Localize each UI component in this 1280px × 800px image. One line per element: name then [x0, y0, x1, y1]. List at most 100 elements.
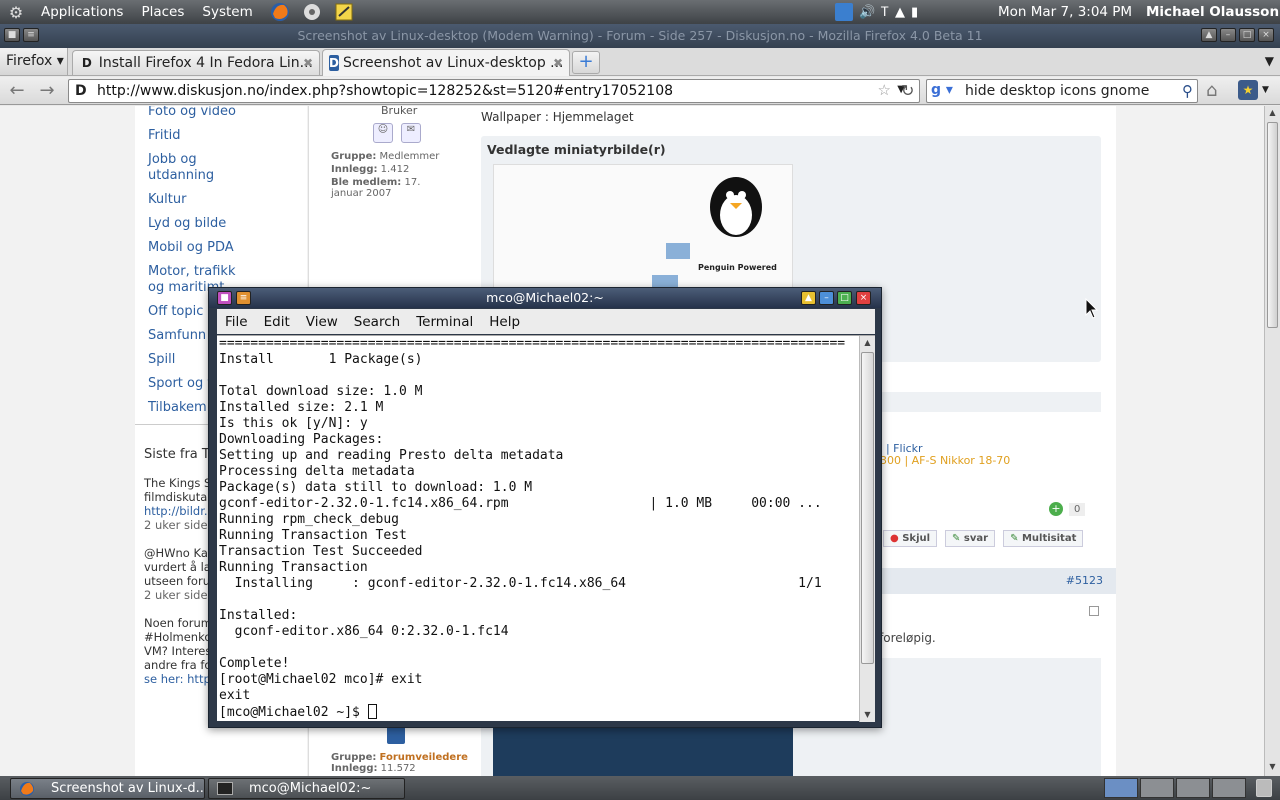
menu-view[interactable]: View — [298, 314, 346, 330]
vote-up-icon[interactable]: + — [1049, 502, 1063, 516]
bookmarks-icon[interactable]: ★ — [1238, 80, 1258, 100]
tab-list-icon[interactable]: ▼ — [1265, 54, 1274, 68]
clock[interactable]: Mon Mar 7, 3:04 PM — [998, 0, 1132, 24]
battery-icon[interactable]: ▮ — [911, 5, 918, 20]
tab-close-icon[interactable]: ✖ — [303, 56, 313, 70]
url-bar[interactable]: D http://www.diskusjon.no/index.php?show… — [68, 79, 920, 103]
system-monitor-icon[interactable] — [300, 1, 324, 23]
page-scroll-thumb[interactable] — [1267, 122, 1278, 328]
diskusjon-favicon-icon: D — [81, 56, 92, 70]
tab-install-firefox[interactable]: D Install Firefox 4 In Fedora Lin... ✖ — [72, 50, 320, 75]
category-link[interactable]: Foto og video — [135, 106, 250, 120]
window-options-icon[interactable]: ≡ — [236, 291, 251, 305]
workspace-4[interactable] — [1212, 778, 1246, 798]
forward-icon[interactable]: → — [34, 80, 60, 102]
reply-button[interactable]: ✎ svar — [945, 530, 996, 547]
author-group: Medlemmer — [379, 151, 440, 162]
taskbar-item-firefox[interactable]: Screenshot av Linux-d... — [10, 778, 205, 799]
workspace-1[interactable] — [1104, 778, 1138, 798]
menu-edit[interactable]: Edit — [256, 314, 298, 330]
places-menu[interactable]: Places — [132, 0, 193, 24]
system-menu[interactable]: System — [193, 0, 261, 24]
minimize-icon[interactable]: – — [819, 291, 834, 305]
profile-icon[interactable]: ☺ — [373, 123, 393, 143]
terminal-line: Is this ok [y/N]: y — [219, 416, 368, 431]
menu-search[interactable]: Search — [346, 314, 408, 330]
scroll-up-icon[interactable]: ▲ — [861, 336, 874, 350]
post-number-link[interactable]: #5123 — [1066, 574, 1103, 587]
scroll-up-icon[interactable]: ▲ — [1266, 106, 1279, 120]
author-posts: 1.412 — [380, 164, 410, 175]
category-link[interactable]: Mobil og PDA — [135, 240, 250, 256]
roll-up-icon[interactable]: ▲ — [1201, 28, 1217, 42]
terminal-line: Installed size: 2.1 M — [219, 400, 384, 415]
terminal-titlebar[interactable]: ■ ≡ mco@Michael02:~ ▲ – □ × — [209, 288, 881, 308]
scroll-down-icon[interactable]: ▼ — [1266, 760, 1279, 774]
tab-label: Screenshot av Linux-desktop ... — [342, 55, 564, 71]
maximize-icon[interactable]: □ — [1239, 28, 1255, 42]
gnome-foot-icon[interactable]: ⚙ — [4, 1, 28, 23]
terminal-prompt-line[interactable]: [mco@Michael02 ~]$ — [219, 704, 857, 721]
multiquote-icon: ✎ — [1010, 533, 1019, 544]
category-link[interactable]: Kultur — [135, 192, 250, 208]
menu-file[interactable]: File — [217, 314, 256, 330]
text-editor-icon[interactable] — [332, 1, 356, 23]
new-tab-button[interactable]: + — [572, 51, 600, 74]
author-role: Bruker — [381, 106, 418, 117]
back-icon[interactable]: ← — [4, 80, 30, 102]
post-checkbox[interactable] — [1089, 606, 1099, 616]
category-link[interactable]: Jobb og utdanning — [135, 152, 250, 184]
firefox-launcher-icon[interactable] — [268, 1, 292, 23]
workspace-2[interactable] — [1140, 778, 1174, 798]
applications-menu[interactable]: Applications — [32, 0, 132, 24]
window-menu-icon[interactable]: ■ — [217, 291, 232, 305]
tab-close-icon[interactable]: ✖ — [553, 56, 563, 70]
google-search-engine-icon[interactable]: g ▾ — [931, 82, 953, 98]
terminal-line: Downloading Packages: — [219, 432, 384, 447]
roll-up-icon[interactable]: ▲ — [801, 291, 816, 305]
cursor-tool-icon[interactable] — [835, 3, 853, 21]
firefox-titlebar[interactable]: ■ ≡ Screenshot av Linux-desktop (Modem W… — [0, 24, 1280, 48]
maximize-icon[interactable]: □ — [837, 291, 852, 305]
category-link[interactable]: Lyd og bilde — [135, 216, 250, 232]
terminal-output[interactable]: ========================================… — [219, 336, 857, 722]
camera-line: S-300 | AF-S Nikkor 18-70 — [869, 454, 1011, 467]
search-icon[interactable]: ⚲ — [1182, 82, 1193, 100]
site-identity-icon[interactable]: D — [75, 83, 91, 99]
terminal-line: Setting up and reading Presto delta meta… — [219, 448, 564, 463]
search-bar[interactable]: g ▾ hide desktop icons gnome ⚲ — [926, 79, 1198, 103]
user-menu[interactable]: Michael Olausson — [1146, 0, 1279, 24]
terminal-menubar: File Edit View Search Terminal Help — [217, 309, 875, 334]
top-panel: ⚙ Applications Places System 🔊 Ꭲ ▲ ▮ Mon… — [0, 0, 1280, 24]
bookmarks-menu-icon[interactable]: ▼ — [1262, 85, 1269, 95]
scroll-down-icon[interactable]: ▼ — [861, 708, 874, 722]
close-icon[interactable]: × — [856, 291, 871, 305]
category-link[interactable]: Fritid — [135, 128, 250, 144]
reload-icon[interactable]: ↻ — [901, 81, 914, 100]
window-options-icon[interactable]: ≡ — [23, 28, 39, 42]
terminal-screen[interactable]: ========================================… — [217, 335, 875, 722]
workspace-3[interactable] — [1176, 778, 1210, 798]
bluetooth-icon[interactable]: Ꭲ — [881, 5, 889, 20]
minimize-icon[interactable]: – — [1220, 28, 1236, 42]
trash-icon[interactable] — [1256, 779, 1272, 797]
volume-icon[interactable]: 🔊 — [859, 5, 875, 20]
terminal-scrollbar[interactable]: ▲ ▼ — [859, 336, 875, 722]
tab-screenshot[interactable]: D Screenshot av Linux-desktop ... ✖ — [322, 49, 570, 76]
terminal-scroll-thumb[interactable] — [861, 352, 874, 664]
taskbar-item-terminal[interactable]: mco@Michael02:~ — [208, 778, 405, 799]
hide-button[interactable]: ● Skjul — [883, 530, 938, 547]
menu-help[interactable]: Help — [481, 314, 528, 330]
attachment-title: Vedlagte miniatyrbilde(r) — [487, 142, 666, 157]
home-icon[interactable]: ⌂ — [1206, 80, 1217, 101]
bookmark-star-icon[interactable]: ☆ — [878, 81, 891, 99]
terminal-line: Processing delta metadata — [219, 464, 415, 479]
close-icon[interactable]: × — [1258, 28, 1274, 42]
message-icon[interactable]: ✉ — [401, 123, 421, 143]
page-scrollbar[interactable]: ▲ ▼ — [1264, 106, 1280, 776]
window-menu-icon[interactable]: ■ — [4, 28, 20, 42]
network-signal-icon[interactable]: ▲ — [895, 5, 905, 20]
menu-terminal[interactable]: Terminal — [408, 314, 481, 330]
multiquote-button[interactable]: ✎ Multisitat — [1003, 530, 1084, 547]
firefox-menu-button[interactable]: Firefox ▾ — [0, 48, 68, 75]
